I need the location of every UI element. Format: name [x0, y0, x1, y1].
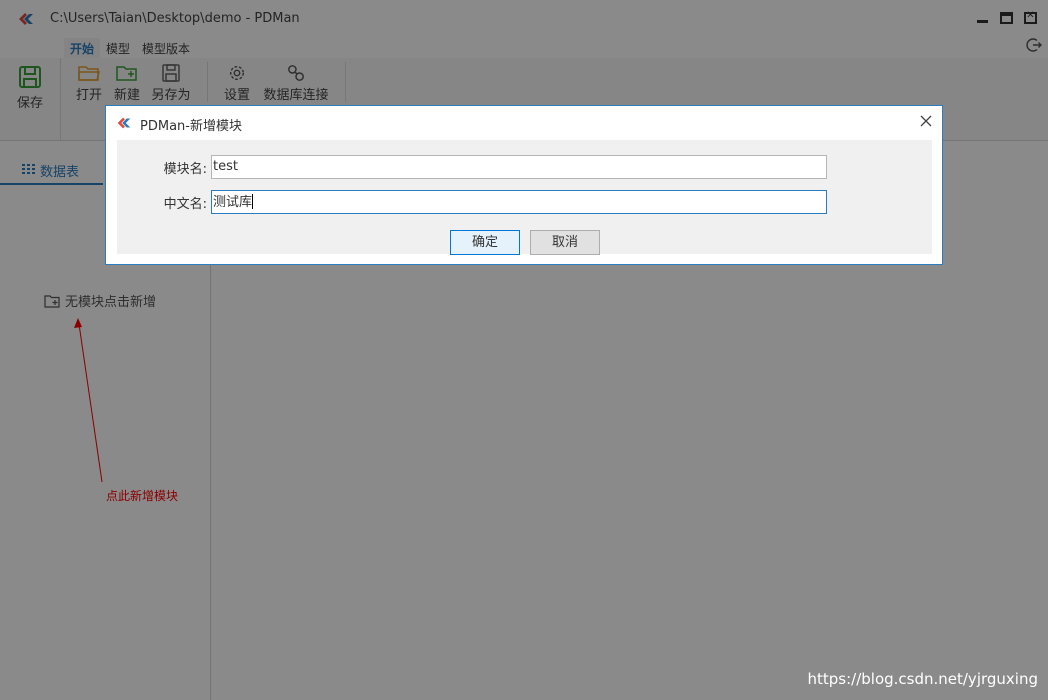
add-module-dialog: PDMan-新增模块 模块名: test 中文名: 测试库 确定 取消: [105, 105, 943, 265]
module-name-label: 模块名:: [163, 162, 207, 177]
module-name-input[interactable]: test: [211, 155, 827, 179]
watermark: https://blog.csdn.net/yjrguxing: [807, 670, 1038, 688]
ok-button[interactable]: 确定: [450, 230, 520, 255]
chinese-name-value: 测试库: [213, 195, 253, 210]
text-caret: [252, 194, 254, 209]
pdman-logo-icon: [117, 117, 131, 129]
chinese-name-label: 中文名:: [163, 197, 207, 212]
module-name-value: test: [213, 159, 238, 174]
dialog-title: PDMan-新增模块: [140, 119, 242, 134]
cancel-button[interactable]: 取消: [530, 230, 600, 255]
chinese-name-input[interactable]: 测试库: [211, 190, 827, 214]
close-icon[interactable]: [919, 114, 933, 128]
dialog-body: 模块名: test 中文名: 测试库 确定 取消: [117, 140, 932, 255]
